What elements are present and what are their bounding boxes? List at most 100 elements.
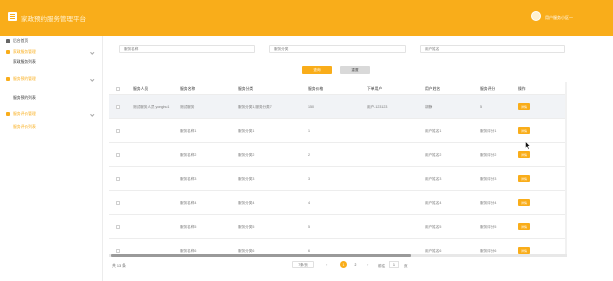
cell-user: 用户姓名3	[425, 177, 442, 181]
chevron-down-icon	[89, 112, 94, 117]
page-size-select[interactable]: 7条/页	[292, 261, 314, 268]
table-row[interactable]: 服务名称4 服务分类4 4 用户姓名4 服务评分4 详情	[109, 191, 567, 215]
box-icon	[6, 77, 10, 81]
column-header: 用户姓名	[425, 86, 441, 91]
cell-price: 6	[308, 249, 310, 253]
service-name-input[interactable]: 服务名称	[119, 45, 255, 53]
column-header: 操作	[518, 86, 526, 91]
page-suffix: 页	[404, 264, 408, 268]
pagination-total: 共 13 条	[112, 264, 126, 268]
service-category-input[interactable]: 服务分类	[269, 45, 406, 53]
detail-button[interactable]: 详情	[518, 199, 530, 206]
sidebar-item-review-management[interactable]: 服务评价管理	[0, 109, 103, 119]
cursor-icon	[525, 141, 531, 150]
detail-button[interactable]: 详情	[518, 247, 530, 254]
cell-service-name: 服务名称2	[180, 153, 197, 157]
cell-price: 150	[308, 105, 314, 109]
detail-button[interactable]: 详情	[518, 103, 530, 110]
sidebar-item-review-list[interactable]: 服务评价列表	[0, 122, 103, 132]
detail-button[interactable]: 详情	[518, 175, 530, 182]
chevron-down-icon	[89, 77, 94, 82]
reset-button[interactable]: 重置	[340, 66, 370, 74]
cell-service-name: 服务名称1	[180, 129, 197, 133]
checkbox-icon[interactable]	[116, 129, 120, 133]
column-header: 服务评分	[480, 86, 496, 91]
cell-category: 服务分类1	[238, 129, 255, 133]
table-row[interactable]: 服务名称1 服务分类1 1 用户姓名1 服务评分1 详情	[109, 119, 567, 143]
checkbox-icon[interactable]	[116, 177, 120, 181]
cell-price: 4	[308, 201, 310, 205]
sidebar-item-label: 服务预约管理	[13, 76, 36, 81]
cell-score: 5	[480, 105, 482, 109]
checkbox-icon[interactable]	[116, 153, 120, 157]
user-name-input[interactable]: 用户姓名	[420, 45, 565, 53]
cell-service-name: 测试服务	[180, 105, 195, 109]
cell-price: 2	[308, 153, 310, 157]
checkbox-icon[interactable]	[116, 87, 120, 91]
menu-toggle-button[interactable]	[8, 12, 17, 21]
table-row[interactable]: 服务名称5 服务分类5 5 用户姓名5 服务评分5 详情	[109, 215, 567, 239]
avatar[interactable]	[531, 11, 541, 21]
prev-page-button[interactable]: ‹	[326, 262, 327, 267]
page-button-2[interactable]: 2	[352, 261, 359, 268]
sidebar-item-label: 服务评价管理	[13, 111, 36, 116]
sidebar-item-label: 家政服务管理	[13, 49, 36, 54]
column-header: 服务价格	[308, 86, 324, 91]
box-icon	[6, 112, 10, 116]
sidebar-item-home[interactable]: 后台首页	[0, 36, 103, 46]
sidebar-item-label: 家政服务列表	[13, 59, 36, 64]
cell-score: 服务评分5	[480, 225, 497, 229]
cell-score: 服务评分1	[480, 129, 497, 133]
cell-category: 服务分类3	[238, 177, 255, 181]
sidebar-item-label: 服务评价列表	[13, 124, 36, 129]
data-table: 服务人员 服务名称 服务分类 服务价格 下单用户 用户姓名 服务评分 操作 测试…	[109, 82, 567, 257]
menu-icon	[10, 16, 15, 17]
cell-score: 服务评分2	[480, 153, 497, 157]
main-content: 服务名称 服务分类 用户姓名 查询 重置 服务人员 服务名称 服务分类 服务价格…	[104, 36, 613, 281]
detail-button[interactable]: 详情	[518, 151, 530, 158]
table-row[interactable]: 服务名称2 服务分类2 2 用户姓名2 服务评分2 详情	[109, 143, 567, 167]
cell-price: 1	[308, 129, 310, 133]
checkbox-icon[interactable]	[116, 201, 120, 205]
cell-user: 用户姓名4	[425, 201, 442, 205]
page-button-1[interactable]: 1	[340, 261, 347, 268]
detail-button[interactable]: 详情	[518, 127, 530, 134]
checkbox-icon[interactable]	[116, 249, 120, 253]
vertical-scrollbar[interactable]	[565, 82, 567, 257]
app-title: 家政预约服务管理平台	[21, 16, 86, 23]
next-page-button[interactable]: ›	[367, 262, 368, 267]
goto-page-input[interactable]: 1	[389, 261, 399, 268]
column-header: 服务人员	[133, 86, 149, 91]
table-header-row: 服务人员 服务名称 服务分类 服务价格 下单用户 用户姓名 服务评分 操作	[109, 82, 567, 95]
sidebar-item-booking-list[interactable]: 服务预约列表	[0, 93, 103, 103]
cell-category: 服务分类4	[238, 201, 255, 205]
scrollbar-thumb[interactable]	[111, 254, 411, 257]
cell-account: 用户-123123	[367, 105, 388, 109]
sidebar-item-booking-management[interactable]: 服务预约管理	[0, 74, 103, 84]
sidebar-item-service-list[interactable]: 家政服务列表	[0, 57, 103, 67]
checkbox-icon[interactable]	[116, 105, 120, 109]
detail-button[interactable]: 详情	[518, 223, 530, 230]
cell-service-name: 服务名称3	[180, 177, 197, 181]
cell-service-name: 服务名称4	[180, 201, 197, 205]
sidebar-item-service-management[interactable]: 家政服务管理	[0, 47, 103, 57]
goto-label: 前往	[378, 264, 386, 268]
cell-category: 服务分类5	[238, 225, 255, 229]
cell-price: 5	[308, 225, 310, 229]
cell-user: 用户姓名2	[425, 153, 442, 157]
horizontal-scrollbar[interactable]	[109, 254, 567, 257]
chevron-down-icon	[89, 50, 94, 55]
sidebar: 后台首页 家政服务管理 家政服务列表 服务预约管理 服务预约列表 服务评价管理 …	[0, 36, 103, 281]
cell-user: 胡静	[425, 105, 433, 109]
table-row[interactable]: 服务名称3 服务分类3 3 用户姓名3 服务评分3 详情	[109, 167, 567, 191]
column-header: 下单用户	[367, 86, 383, 91]
cell-staff: 测试服务人员 yonghu1	[133, 105, 170, 109]
checkbox-icon[interactable]	[116, 225, 120, 229]
user-name[interactable]: 用户服务小区一	[545, 15, 573, 21]
table-row[interactable]: 测试服务人员 yonghu1 测试服务 服务分类1,服务分类7 150 用户-1…	[109, 95, 567, 119]
column-header: 服务分类	[238, 86, 254, 91]
search-button[interactable]: 查询	[302, 66, 332, 74]
cell-score: 服务评分4	[480, 201, 497, 205]
cell-service-name: 服务名称5	[180, 225, 197, 229]
cell-category: 服务分类1,服务分类7	[238, 105, 272, 109]
